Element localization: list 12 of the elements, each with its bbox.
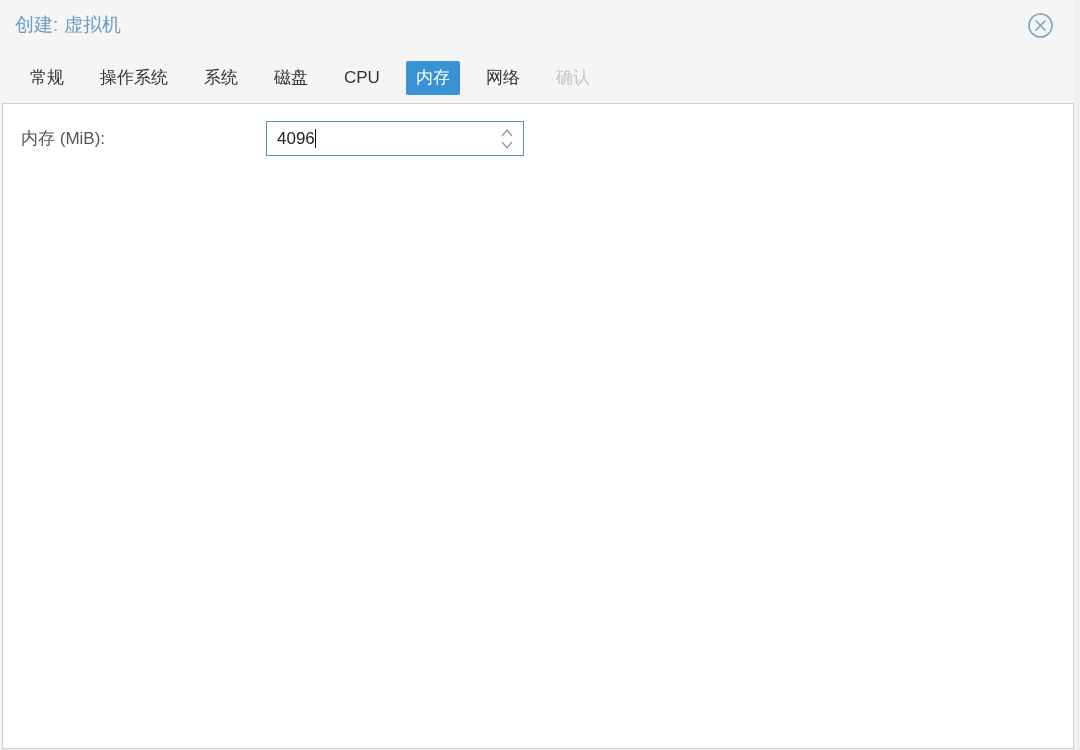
close-icon[interactable] [1028,12,1053,38]
tab[interactable]: 系统 [194,61,248,95]
tab[interactable]: 网络 [475,61,530,95]
number-field[interactable]: 4096 [266,121,524,156]
text-cursor-icon [314,129,316,148]
field-label: 内存 (MiB): [21,127,107,150]
tab[interactable]: CPU [334,61,390,95]
tab[interactable]: 磁盘 [264,61,318,95]
spinner-chevrons-icon[interactable] [501,127,513,150]
tab[interactable]: 常规 [20,61,74,95]
window-title: 创建: 虚拟机 [15,12,121,37]
tab[interactable]: 操作系统 [90,61,178,95]
